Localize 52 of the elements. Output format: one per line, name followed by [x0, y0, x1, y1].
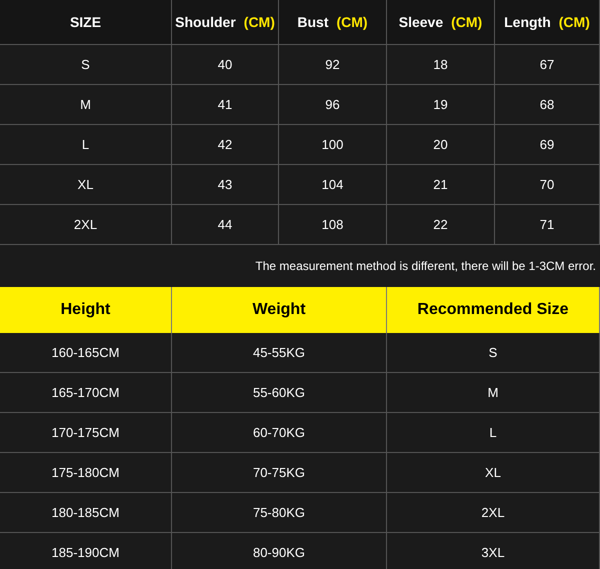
table-cell: M: [387, 373, 600, 413]
table-cell: S: [0, 45, 172, 85]
table-cell: 165-170CM: [0, 373, 172, 413]
table-cell: 104: [279, 165, 387, 205]
table-cell: 20: [387, 125, 495, 165]
table-cell: 19: [387, 85, 495, 125]
table-cell: S: [387, 333, 600, 373]
table-cell: 60-70KG: [172, 413, 387, 453]
table-cell: 43: [172, 165, 279, 205]
table-cell: 41: [172, 85, 279, 125]
table-cell: M: [0, 85, 172, 125]
table-cell: 22: [387, 205, 495, 245]
column-header: Weight: [172, 287, 387, 333]
table-cell: 69: [495, 125, 600, 165]
table-cell: 68: [495, 85, 600, 125]
table-cell: 96: [279, 85, 387, 125]
table-cell: 40: [172, 45, 279, 85]
measurement-note: The measurement method is different, there will be 1-3CM error.: [255, 258, 596, 275]
table-cell: 92: [279, 45, 387, 85]
table-cell: 42: [172, 125, 279, 165]
table-cell: 175-180CM: [0, 453, 172, 493]
table-cell: 21: [387, 165, 495, 205]
table-cell: 185-190CM: [0, 533, 172, 569]
table-cell: 3XL: [387, 533, 600, 569]
column-header: Recommended Size: [387, 287, 600, 333]
table-cell: 55-60KG: [172, 373, 387, 413]
table-cell: 2XL: [0, 205, 172, 245]
table-cell: 80-90KG: [172, 533, 387, 569]
table-cell: 71: [495, 205, 600, 245]
table-cell: 75-80KG: [172, 493, 387, 533]
table-cell: 100: [279, 125, 387, 165]
table-cell: 18: [387, 45, 495, 85]
table-cell: XL: [387, 453, 600, 493]
table-cell: L: [0, 125, 172, 165]
column-header: Sleeve (CM): [387, 0, 495, 45]
table-cell: L: [387, 413, 600, 453]
table-cell: 2XL: [387, 493, 600, 533]
table-cell: XL: [0, 165, 172, 205]
column-header: SIZE: [0, 0, 172, 45]
table-cell: 45-55KG: [172, 333, 387, 373]
table-cell: 180-185CM: [0, 493, 172, 533]
table-cell: 70-75KG: [172, 453, 387, 493]
table-cell: 44: [172, 205, 279, 245]
column-header: Height: [0, 287, 172, 333]
table-cell: 160-165CM: [0, 333, 172, 373]
table-cell: 108: [279, 205, 387, 245]
column-header: Length (CM): [495, 0, 600, 45]
column-header: Bust (CM): [279, 0, 387, 45]
column-header: Shoulder (CM): [172, 0, 279, 45]
table-cell: 70: [495, 165, 600, 205]
table-cell: 67: [495, 45, 600, 85]
table-cell: 170-175CM: [0, 413, 172, 453]
